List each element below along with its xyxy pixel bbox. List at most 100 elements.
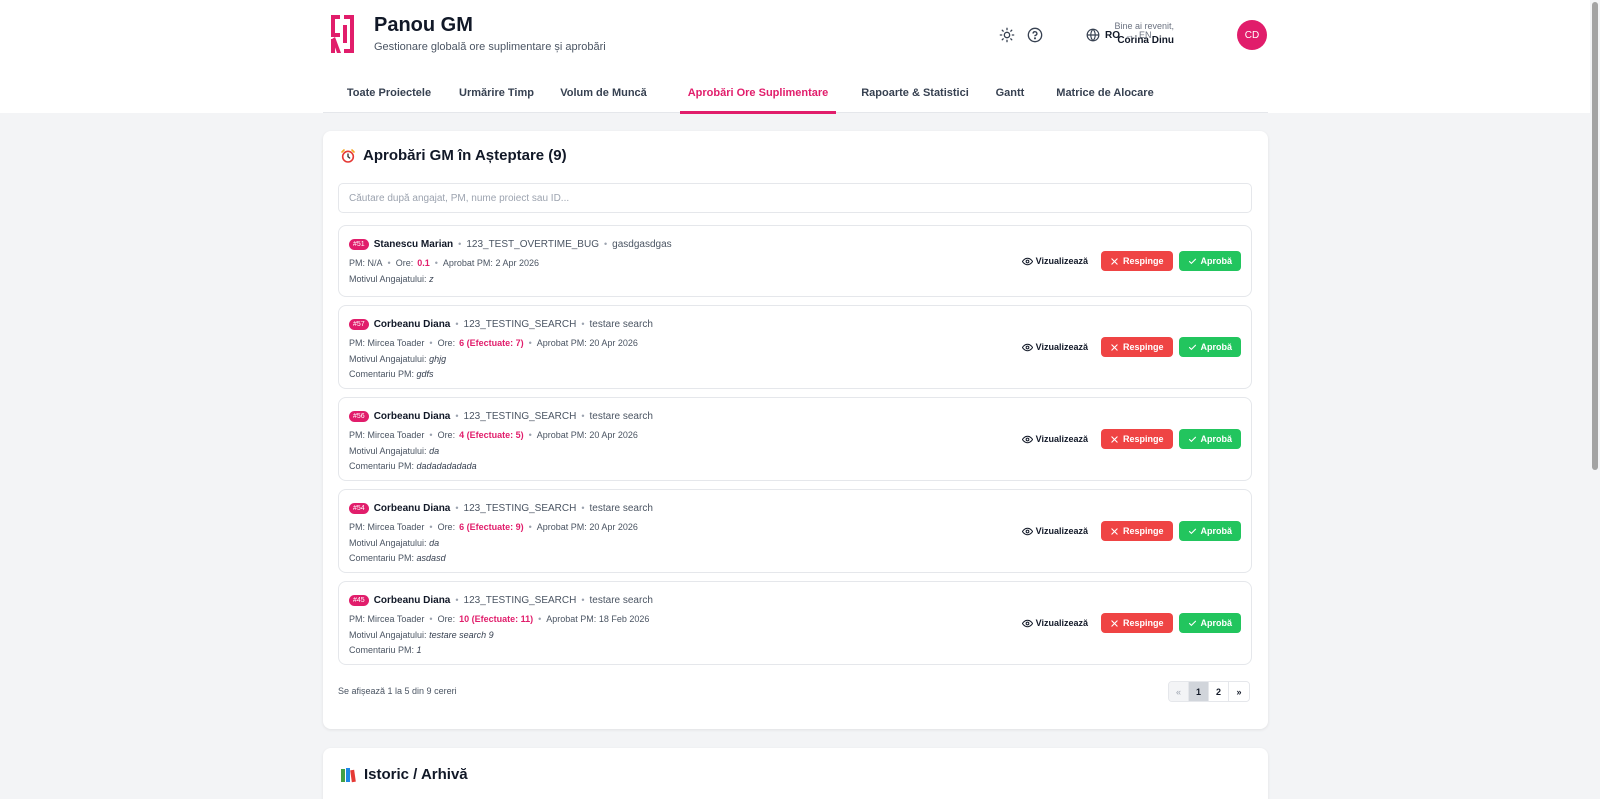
task-name: gasdgasdgas — [612, 238, 672, 250]
separator: • — [528, 521, 532, 532]
request-actions: Vizualizează Respinge Aprobă — [1021, 398, 1241, 480]
approve-label: Aprobă — [1200, 342, 1233, 352]
hours-label: Ore: — [395, 257, 414, 268]
employee-reason: Motivul Angajatului: da — [349, 446, 653, 457]
separator: • — [528, 429, 532, 440]
scrollbar-thumb[interactable] — [1592, 2, 1598, 470]
reason-label: Motivul Angajatului: — [349, 538, 427, 548]
eye-icon — [1021, 435, 1033, 443]
comment-text: 1 — [416, 645, 422, 655]
reject-button[interactable]: Respinge — [1100, 251, 1173, 271]
theme-toggle-button[interactable] — [997, 25, 1017, 45]
task-name: testare search — [589, 410, 653, 422]
request-actions: Vizualizează Respinge Aprobă — [1021, 306, 1241, 388]
eye-icon — [1021, 257, 1033, 265]
reject-label: Respinge — [1122, 256, 1164, 266]
pending-approvals-title: Aprobări GM în Așteptare (9) — [340, 147, 567, 164]
separator: • — [429, 521, 433, 532]
page-1-button[interactable]: 1 — [1189, 682, 1209, 701]
view-button[interactable]: Vizualizează — [1021, 434, 1088, 445]
page-2-button[interactable]: 2 — [1209, 682, 1229, 701]
view-button[interactable]: Vizualizează — [1021, 618, 1088, 629]
comment-text: gdfs — [416, 369, 434, 379]
pm-label: PM: — [349, 613, 366, 624]
project-name: 123_TEST_OVERTIME_BUG — [466, 238, 599, 250]
request-id-badge: #57 — [349, 318, 369, 330]
check-icon — [1188, 620, 1196, 626]
request-meta: PM: N/A • Ore: 0.1 • Aprobat PM: 2 Apr 20… — [349, 257, 672, 268]
hours-label: Ore: — [437, 521, 456, 532]
pm-approved-date: 2 Apr 2026 — [495, 257, 539, 268]
employee-name: Corbeanu Diana — [373, 502, 451, 514]
pm-label: PM: — [349, 257, 366, 268]
separator: • — [603, 239, 608, 249]
brand-logo-icon — [331, 15, 354, 53]
welcome-text: Bine ai revenit, — [1114, 21, 1174, 31]
user-avatar[interactable]: CD — [1237, 20, 1267, 50]
user-name: Corina Dinu — [1117, 35, 1174, 46]
separator: • — [429, 429, 433, 440]
project-name: 123_TESTING_SEARCH — [463, 410, 577, 422]
pm-name: N/A — [367, 257, 383, 268]
request-header: #45 Corbeanu Diana • 123_TESTING_SEARCH … — [349, 594, 653, 606]
employee-reason: Motivul Angajatului: ghjg — [349, 354, 653, 365]
pm-approved-label: Aprobat PM: — [536, 429, 587, 440]
reject-button[interactable]: Respinge — [1100, 429, 1173, 449]
tab-reports-stats[interactable]: Rapoarte & Statistici — [850, 72, 980, 113]
reject-button[interactable]: Respinge — [1100, 613, 1173, 633]
top-header: Panou GM Gestionare globală ore suplimen… — [0, 0, 1590, 114]
tab-workload[interactable]: Volum de Muncă — [551, 72, 656, 113]
tab-time-tracking[interactable]: Urmărire Timp — [449, 72, 544, 113]
pm-name: Mircea Toader — [367, 337, 425, 348]
reject-button[interactable]: Respinge — [1100, 337, 1173, 357]
approve-button[interactable]: Aprobă — [1178, 251, 1241, 271]
request-actions: Vizualizează Respinge Aprobă — [1021, 582, 1241, 664]
approve-button[interactable]: Aprobă — [1178, 521, 1241, 541]
request-details: #51 Stanescu Marian • 123_TEST_OVERTIME_… — [349, 238, 672, 285]
check-icon — [1188, 258, 1196, 264]
request-details: #57 Corbeanu Diana • 123_TESTING_SEARCH … — [349, 318, 653, 380]
pm-label: PM: — [349, 337, 366, 348]
pm-comment: Comentariu PM: 1 — [349, 645, 653, 656]
view-button[interactable]: Vizualizează — [1021, 526, 1088, 537]
help-button[interactable] — [1025, 25, 1045, 45]
pm-comment: Comentariu PM: dadadadadada — [349, 461, 653, 472]
tab-all-projects[interactable]: Toate Proiectele — [334, 72, 444, 113]
tab-gantt[interactable]: Gantt — [990, 72, 1030, 113]
request-card: #51 Stanescu Marian • 123_TEST_OVERTIME_… — [338, 225, 1252, 297]
view-label: Vizualizează — [1035, 256, 1088, 266]
reject-label: Respinge — [1122, 618, 1164, 628]
separator: • — [538, 613, 542, 624]
page-scrollbar[interactable] — [1590, 0, 1600, 799]
separator: • — [581, 503, 585, 513]
view-button[interactable]: Vizualizează — [1021, 256, 1088, 267]
employee-reason: Motivul Angajatului: z — [349, 274, 672, 285]
view-label: Vizualizează — [1035, 342, 1088, 352]
approve-button[interactable]: Aprobă — [1178, 337, 1241, 357]
nav-tabs: Toate Proiectele Urmărire Timp Volum de … — [323, 72, 1268, 114]
request-actions: Vizualizează Respinge Aprobă — [1021, 226, 1241, 296]
eye-icon — [1021, 527, 1033, 535]
separator: • — [581, 319, 585, 329]
separator: • — [455, 503, 459, 513]
app-title: Panou GM — [374, 14, 473, 36]
search-input[interactable] — [338, 183, 1252, 213]
next-page-button[interactable]: » — [1229, 682, 1249, 701]
pm-name: Mircea Toader — [367, 613, 425, 624]
request-header: #56 Corbeanu Diana • 123_TESTING_SEARCH … — [349, 410, 653, 422]
approve-button[interactable]: Aprobă — [1178, 429, 1241, 449]
view-button[interactable]: Vizualizează — [1021, 342, 1088, 353]
prev-page-button[interactable]: « — [1169, 682, 1189, 701]
task-name: testare search — [589, 594, 653, 606]
comment-label: Comentariu PM: — [349, 461, 415, 471]
help-icon — [1027, 27, 1043, 43]
reject-button[interactable]: Respinge — [1100, 521, 1173, 541]
tab-allocation-matrix[interactable]: Matrice de Alocare — [1055, 72, 1155, 113]
tab-overtime-approvals[interactable]: Aprobări Ore Suplimentare — [680, 72, 836, 114]
pm-label: PM: — [349, 429, 366, 440]
approve-button[interactable]: Aprobă — [1178, 613, 1241, 633]
reject-label: Respinge — [1122, 342, 1164, 352]
archive-title: Istoric / Arhivă — [340, 766, 468, 783]
request-details: #45 Corbeanu Diana • 123_TESTING_SEARCH … — [349, 594, 653, 656]
separator: • — [455, 411, 459, 421]
